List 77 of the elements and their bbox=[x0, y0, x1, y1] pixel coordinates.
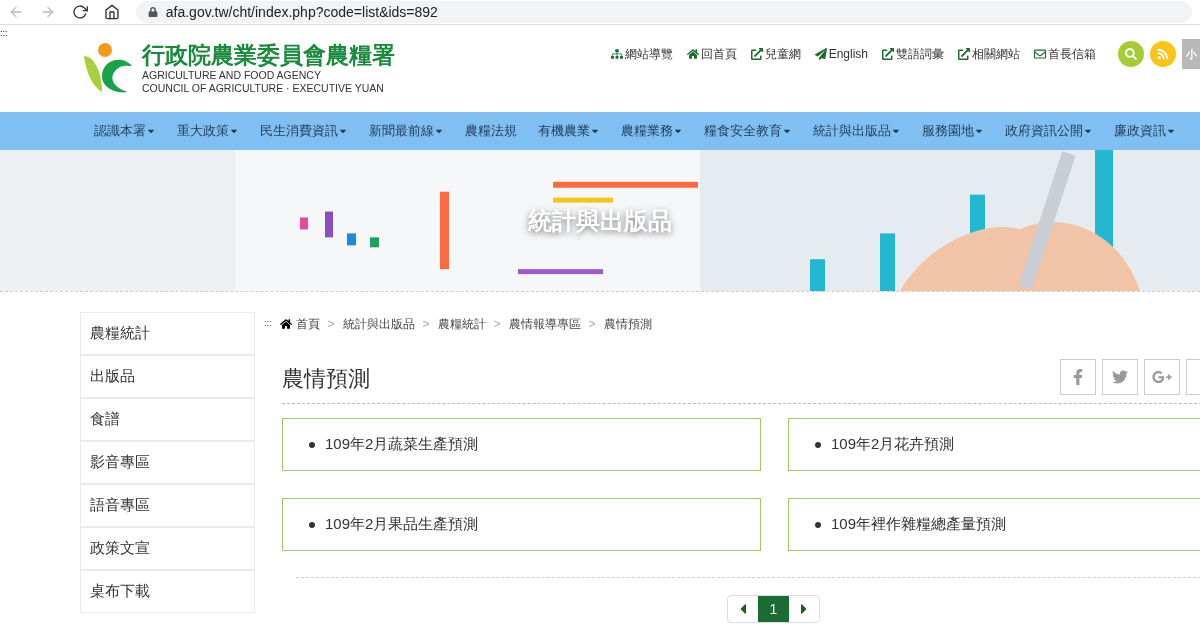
home-icon bbox=[279, 318, 292, 330]
header-link[interactable]: 兒童網 bbox=[750, 45, 801, 63]
card-text: 109年2月花卉預測 bbox=[831, 434, 955, 455]
page-title: 農情預測 bbox=[282, 365, 370, 393]
nav-item[interactable]: 農糧法規 bbox=[465, 121, 517, 141]
plane-icon bbox=[814, 48, 827, 60]
nav-item[interactable]: 廉政資訊 bbox=[1114, 121, 1176, 141]
breadcrumb-separator: > bbox=[493, 316, 501, 333]
breadcrumb-separator: > bbox=[422, 316, 430, 333]
nav-item[interactable]: 民生消費資訊 bbox=[260, 121, 348, 141]
url-text: afa.gov.tw/cht/index.php?code=list&ids=892 bbox=[165, 2, 438, 22]
external-icon bbox=[958, 48, 970, 60]
nav-item[interactable]: 糧食安全教育 bbox=[704, 121, 792, 141]
list-card[interactable]: 109年2月果品生產預測 bbox=[282, 498, 761, 551]
header-link[interactable]: 雙語詞彙 bbox=[882, 45, 944, 63]
sidebar-item[interactable]: 影音專區 bbox=[80, 441, 255, 484]
address-bar[interactable]: afa.gov.tw/cht/index.php?code=list&ids=892 bbox=[135, 1, 1192, 23]
sidebar-item[interactable]: 農糧統計 bbox=[80, 312, 255, 355]
sidebar-item[interactable]: 食譜 bbox=[80, 398, 255, 441]
sidebar-item[interactable]: 出版品 bbox=[80, 355, 255, 398]
nav-item[interactable]: 認識本署 bbox=[94, 121, 156, 141]
rss-button[interactable] bbox=[1150, 41, 1176, 67]
back-icon[interactable] bbox=[8, 4, 24, 20]
card-text: 109年裡作雜糧總產量預測 bbox=[831, 514, 1007, 535]
card-text: 109年2月蔬菜生產預測 bbox=[325, 434, 479, 455]
nav-item[interactable]: 新聞最前線 bbox=[369, 121, 444, 141]
breadcrumb-separator: > bbox=[327, 316, 335, 333]
twitter-icon bbox=[1112, 369, 1128, 385]
sidebar-item[interactable]: 語音專區 bbox=[80, 484, 255, 527]
breadcrumb-link[interactable]: 農情預測 bbox=[603, 315, 652, 333]
bullet-icon bbox=[309, 521, 315, 528]
sidebar-item[interactable]: 政策文宣 bbox=[80, 527, 255, 570]
page-button[interactable]: 1 bbox=[758, 596, 789, 622]
skip-link[interactable]: ::: bbox=[0, 29, 8, 38]
header-link[interactable]: 相關網站 bbox=[958, 45, 1020, 63]
breadcrumb-link[interactable]: 首頁 bbox=[295, 315, 320, 333]
nav-item[interactable]: 有機農業 bbox=[538, 121, 600, 141]
header-link[interactable]: 網站導覽 bbox=[610, 45, 673, 63]
twitter-button[interactable] bbox=[1102, 359, 1138, 395]
header-link[interactable]: 首長信箱 bbox=[1034, 45, 1096, 63]
nav-item[interactable]: 重大政策 bbox=[177, 121, 239, 141]
header-link[interactable]: 回首頁 bbox=[686, 45, 737, 63]
list-card[interactable]: 109年2月花卉預測 bbox=[788, 418, 1200, 471]
search-icon bbox=[1125, 48, 1137, 60]
rss-icon bbox=[1157, 48, 1169, 60]
breadcrumb-link[interactable]: 農糧統計 bbox=[437, 315, 486, 333]
banner-title: 統計與出版品 bbox=[528, 202, 672, 239]
external-icon bbox=[882, 48, 894, 60]
nav-item[interactable]: 服務園地 bbox=[922, 121, 984, 141]
site-subtitle: AGRICULTURE AND FOOD AGENCY bbox=[142, 69, 322, 82]
site-subtitle: COUNCIL OF AGRICULTURE · EXECUTIVE YUAN bbox=[142, 82, 385, 95]
card-text: 109年2月果品生產預測 bbox=[325, 514, 479, 535]
bullet-icon bbox=[815, 441, 821, 448]
mail-icon bbox=[1034, 48, 1046, 60]
bullet-icon bbox=[309, 441, 315, 448]
breadcrumb-separator: > bbox=[588, 316, 596, 333]
sitemap-icon bbox=[610, 48, 623, 60]
google-plus-button[interactable] bbox=[1144, 359, 1180, 395]
home-icon[interactable] bbox=[103, 4, 120, 20]
list-card[interactable]: 109年裡作雜糧總產量預測 bbox=[788, 498, 1200, 551]
nav-item[interactable]: 政府資訊公開 bbox=[1005, 121, 1093, 141]
facebook-button[interactable] bbox=[1060, 359, 1096, 395]
site-title: 行政院農業委員會農糧署 bbox=[142, 41, 395, 69]
nav-item[interactable]: 農糧業務 bbox=[621, 121, 683, 141]
external-icon bbox=[750, 48, 763, 60]
breadcrumb-marker: ::: bbox=[264, 317, 272, 331]
breadcrumb-link[interactable]: 統計與出版品 bbox=[342, 315, 415, 333]
sidebar-item[interactable]: 桌布下載 bbox=[80, 570, 255, 613]
header-link[interactable]: English bbox=[814, 45, 868, 63]
search-button[interactable] bbox=[1118, 41, 1144, 67]
nav-item[interactable]: 統計與出版品 bbox=[813, 121, 901, 141]
reload-icon[interactable] bbox=[71, 4, 88, 20]
bullet-icon bbox=[815, 521, 821, 528]
home-icon bbox=[686, 48, 699, 60]
list-card[interactable]: 109年2月蔬菜生產預測 bbox=[282, 418, 761, 471]
breadcrumb-link[interactable]: 農情報導專區 bbox=[508, 315, 581, 333]
lock-icon bbox=[147, 7, 158, 17]
